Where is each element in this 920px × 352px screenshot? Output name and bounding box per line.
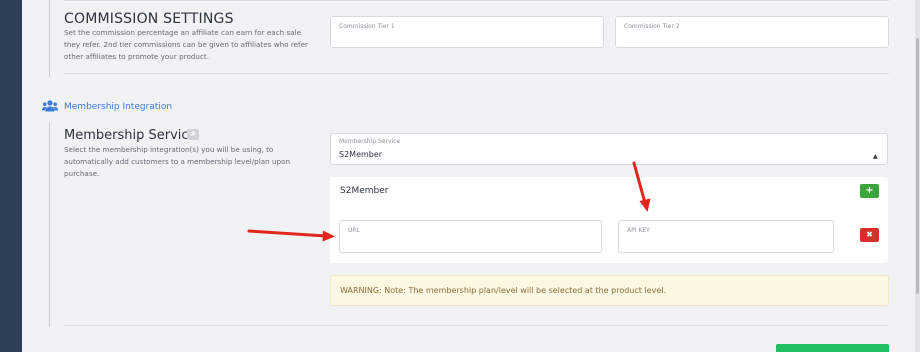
arrow-to-url-icon bbox=[247, 229, 335, 242]
annotation-arrows bbox=[247, 161, 651, 242]
arrow-to-api-key-icon bbox=[632, 161, 651, 212]
